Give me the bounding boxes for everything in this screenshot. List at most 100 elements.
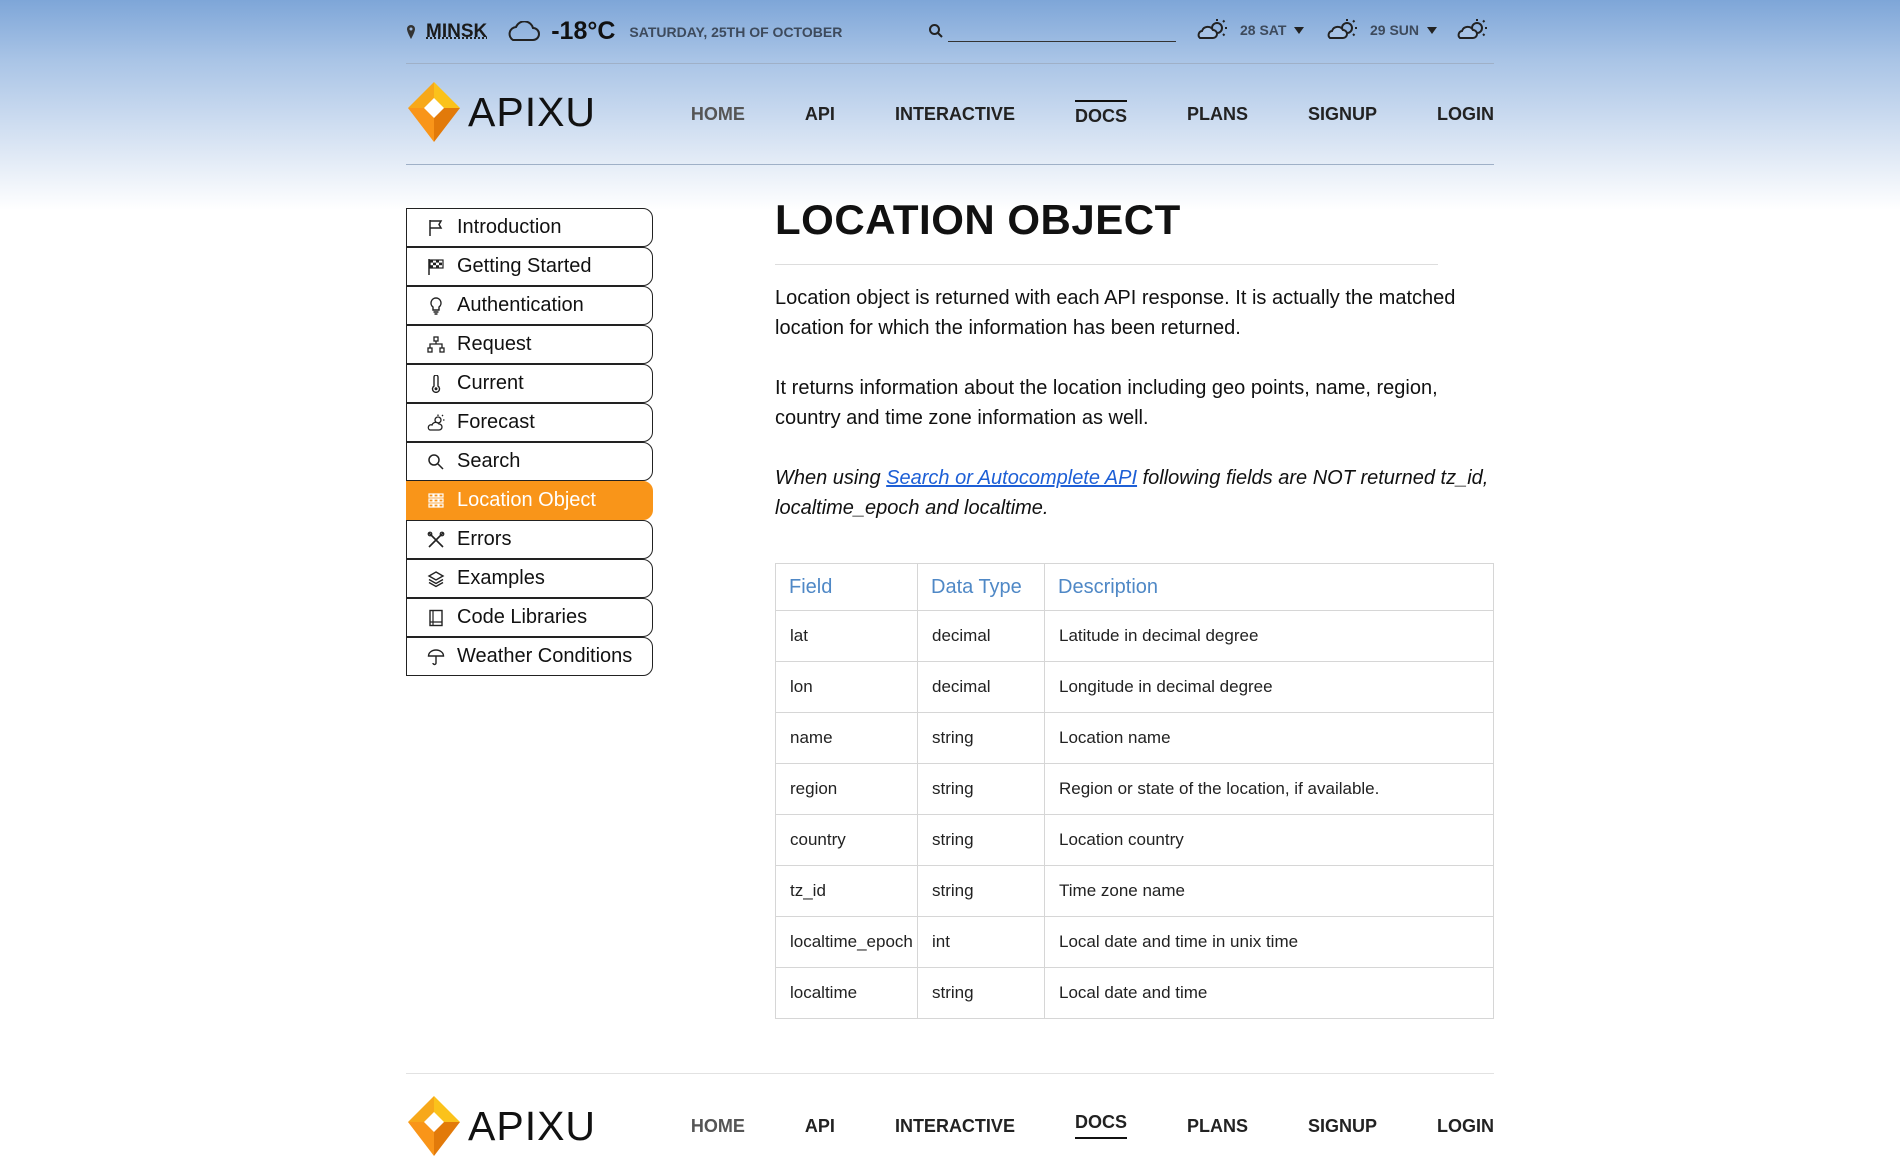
type-cell: string — [917, 865, 1045, 917]
apixu-logo-icon — [408, 1096, 460, 1156]
location-fields-table: Field Data Type Description lat decimal La… — [775, 563, 1494, 1019]
chevron-down-icon — [1294, 26, 1305, 34]
sidebar-item-label: Errors — [457, 528, 512, 550]
details-paragraph: It returns information about the locatio… — [775, 377, 1438, 429]
nav-plans[interactable]: PLANS — [1187, 100, 1248, 127]
sidebar-item-request[interactable]: Request — [406, 325, 653, 364]
search-input[interactable] — [948, 20, 1176, 42]
sidebar-item-examples[interactable]: Examples — [406, 559, 653, 598]
table-row: localtime_epoch int Local date and time in… — [775, 916, 1494, 968]
current-temperature: -18°C — [551, 17, 616, 45]
apixu-logo-icon — [408, 82, 460, 142]
type-cell: string — [917, 967, 1045, 1019]
column-header-description: Description — [1044, 563, 1494, 611]
sidebar-item-weather-conditions[interactable]: Weather Conditions — [406, 637, 653, 676]
table-row: localtime string Local date and time — [775, 967, 1494, 1019]
nav-docs[interactable]: DOCS — [1074, 100, 1127, 127]
footer-nav-api[interactable]: API — [805, 1112, 835, 1139]
sidebar-item-label: Authentication — [457, 294, 584, 316]
logo[interactable]: APIXU — [406, 80, 596, 144]
search-icon[interactable] — [928, 23, 944, 39]
main-nav: HOME API INTERACTIVE DOCS PLANS SIGNUP L… — [631, 100, 1494, 127]
description-cell: Region or state of the location, if avai… — [1044, 763, 1494, 815]
sidebar-item-label: Getting Started — [457, 255, 592, 277]
description-cell: Latitude in decimal degree — [1044, 610, 1494, 662]
lightbulb-icon — [430, 296, 442, 315]
sidebar-item-getting-started[interactable]: Getting Started — [406, 247, 653, 286]
nav-login[interactable]: LOGIN — [1437, 100, 1494, 127]
city-link[interactable]: MINSK — [426, 21, 487, 43]
description-cell: Location name — [1044, 712, 1494, 764]
footer-nav-signup[interactable]: SIGNUP — [1308, 1112, 1377, 1139]
forecast-day-2-label: 29 SUN — [1370, 22, 1420, 38]
sidebar-item-introduction[interactable]: Introduction — [406, 208, 653, 247]
sidebar-item-forecast[interactable]: Forecast — [406, 403, 653, 442]
current-date: SATURDAY, 25TH OF OCTOBER — [629, 23, 843, 40]
field-cell: region — [775, 763, 918, 815]
table-row: name string Location name — [775, 712, 1494, 764]
description-cell: Location country — [1044, 814, 1494, 866]
sun-cloud-icon — [1197, 19, 1227, 39]
sidebar-item-location-object[interactable]: Location Object — [406, 481, 653, 520]
type-cell: string — [917, 763, 1045, 815]
grid-icon — [428, 492, 444, 508]
nav-api[interactable]: API — [805, 100, 835, 127]
description-cell: Time zone name — [1044, 865, 1494, 917]
sun-cloud-icon — [1457, 19, 1487, 39]
table-row: region string Region or state of the locat… — [775, 763, 1494, 815]
sidebar-item-label: Introduction — [457, 216, 562, 238]
type-cell: string — [917, 712, 1045, 764]
note-paragraph: When using Search or Autocomplete API fo… — [775, 463, 1494, 523]
footer-nav-interactive[interactable]: INTERACTIVE — [895, 1112, 1015, 1139]
footer-nav-docs[interactable]: DOCS — [1074, 1112, 1127, 1139]
table-row: tz_id string Time zone name — [775, 865, 1494, 917]
sidebar-item-label: Weather Conditions — [457, 645, 633, 667]
intro-paragraph: Location object is returned with each AP… — [775, 287, 1456, 339]
page-title: LOCATION OBJECT — [775, 196, 1438, 265]
footer-nav-login[interactable]: LOGIN — [1437, 1112, 1494, 1139]
forecast-day-3[interactable] — [1456, 18, 1500, 42]
docs-sidebar: Introduction Getting Started Authenticat… — [406, 208, 653, 676]
footer-logo[interactable]: APIXU — [406, 1094, 596, 1158]
sun-cloud-icon — [1327, 19, 1357, 39]
site-header: APIXU HOME API INTERACTIVE DOCS PLANS SI… — [406, 64, 1494, 165]
cloud-icon — [508, 20, 541, 41]
type-cell: decimal — [917, 661, 1045, 713]
table-row: lon decimal Longitude in decimal degree — [775, 661, 1494, 713]
forecast-day-1[interactable]: 28 SAT — [1196, 18, 1305, 42]
type-cell: decimal — [917, 610, 1045, 662]
type-cell: int — [917, 916, 1045, 968]
description-cell: Local date and time in unix time — [1044, 916, 1494, 968]
description-cell: Longitude in decimal degree — [1044, 661, 1494, 713]
cross-tools-icon — [427, 531, 445, 548]
field-cell: country — [775, 814, 918, 866]
type-cell: string — [917, 814, 1045, 866]
chevron-down-icon — [1427, 26, 1438, 34]
nav-signup[interactable]: SIGNUP — [1308, 100, 1377, 127]
sidebar-item-authentication[interactable]: Authentication — [406, 286, 653, 325]
footer-nav-plans[interactable]: PLANS — [1187, 1112, 1248, 1139]
map-pin-icon — [407, 24, 415, 39]
field-cell: tz_id — [775, 865, 918, 917]
search-autocomplete-link[interactable]: Search or Autocomplete API — [886, 467, 1137, 489]
flag-icon — [429, 219, 443, 236]
sidebar-item-search[interactable]: Search — [406, 442, 653, 481]
field-cell: lon — [775, 661, 918, 713]
footer-nav-home[interactable]: HOME — [691, 1112, 745, 1139]
description-cell: Local date and time — [1044, 967, 1494, 1019]
nav-home[interactable]: HOME — [691, 100, 745, 127]
search-box — [928, 20, 1176, 42]
main-content: LOCATION OBJECT Location object is retur… — [775, 196, 1494, 1019]
sidebar-item-label: Forecast — [457, 411, 535, 433]
sidebar-item-code-libraries[interactable]: Code Libraries — [406, 598, 653, 637]
nav-interactive[interactable]: INTERACTIVE — [895, 100, 1015, 127]
table-header-row: Field Data Type Description — [775, 563, 1494, 611]
sidebar-item-label: Code Libraries — [457, 606, 588, 628]
sidebar-item-errors[interactable]: Errors — [406, 520, 653, 559]
field-cell: name — [775, 712, 918, 764]
logo-text: APIXU — [468, 1102, 597, 1149]
field-cell: localtime — [775, 967, 918, 1019]
sidebar-item-current[interactable]: Current — [406, 364, 653, 403]
forecast-day-2[interactable]: 29 SUN — [1326, 18, 1438, 42]
sidebar-item-label: Search — [457, 450, 521, 472]
